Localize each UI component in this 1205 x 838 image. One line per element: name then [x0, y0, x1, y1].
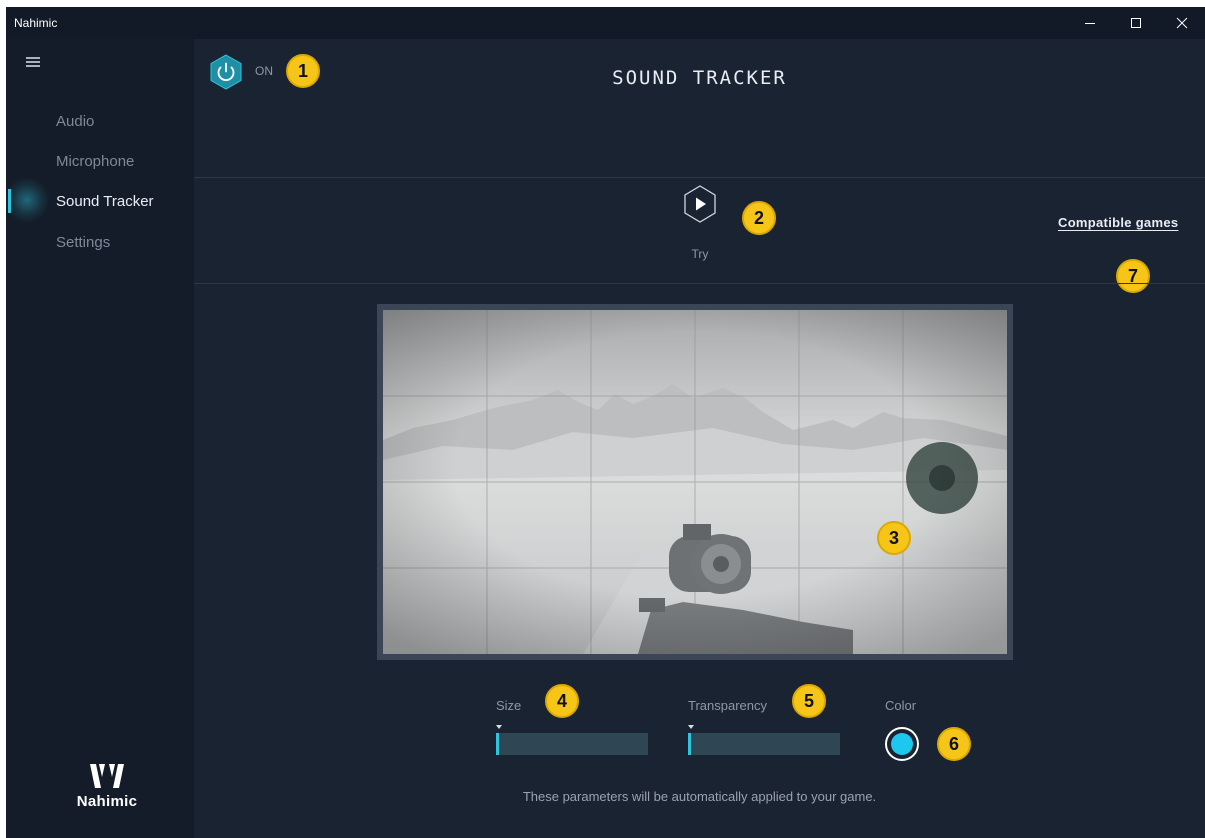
callout-badge-3: 3: [877, 521, 911, 555]
sidebar-item-settings[interactable]: Settings: [56, 234, 110, 251]
size-slider-thumb[interactable]: [496, 733, 499, 755]
sidebar-item-microphone[interactable]: Microphone: [56, 153, 134, 170]
size-label: Size: [496, 698, 522, 713]
transparency-slider-tick: [688, 725, 694, 729]
color-label: Color: [885, 698, 917, 713]
sidebar-item-audio[interactable]: Audio: [56, 113, 94, 130]
page-title: SOUND TRACKER: [612, 67, 787, 89]
color-swatch-fill: [891, 733, 913, 755]
try-play-button[interactable]: [683, 184, 717, 236]
window-title: Nahimic: [14, 16, 58, 30]
sidebar-item-sound-tracker[interactable]: Sound Tracker: [56, 193, 154, 210]
callout-badge-7: 7: [1116, 259, 1150, 293]
game-preview-image: [383, 310, 1007, 654]
maximize-button[interactable]: [1113, 7, 1159, 39]
header-divider: [194, 177, 1205, 178]
app-window: Nahimic Audio Microphone Sound Tracker S…: [6, 7, 1205, 838]
minimize-button[interactable]: [1067, 7, 1113, 39]
title-bar: Nahimic: [6, 7, 1205, 39]
logo-text: Nahimic: [76, 793, 138, 810]
active-indicator-glow: [6, 177, 50, 223]
main-content: ON 1 SOUND TRACKER Try 2 Compatible game…: [194, 39, 1205, 838]
try-label: Try: [691, 247, 709, 261]
active-indicator-bar: [8, 189, 11, 213]
close-icon: [1176, 17, 1188, 29]
section-divider: [194, 283, 1205, 284]
compatible-games-link[interactable]: Compatible games: [1058, 215, 1178, 230]
callout-badge-2: 2: [742, 201, 776, 235]
color-picker-button[interactable]: [885, 727, 919, 761]
minimize-icon: [1085, 23, 1095, 24]
footnote-text: These parameters will be automatically a…: [522, 789, 877, 804]
transparency-label: Transparency: [688, 698, 767, 713]
maximize-icon: [1131, 18, 1141, 28]
transparency-slider-thumb[interactable]: [688, 733, 691, 755]
size-slider[interactable]: [496, 725, 648, 755]
callout-badge-6: 6: [937, 727, 971, 761]
size-slider-tick: [496, 725, 502, 729]
nahimic-logo: Nahimic: [62, 761, 152, 810]
close-button[interactable]: [1159, 7, 1205, 39]
sound-tracker-preview: [377, 304, 1013, 660]
nahimic-logo-mark: [90, 764, 124, 788]
sidebar: Audio Microphone Sound Tracker Settings …: [6, 39, 194, 838]
callout-badge-5: 5: [792, 684, 826, 718]
transparency-slider[interactable]: [688, 725, 840, 755]
hamburger-menu-icon[interactable]: [26, 57, 42, 69]
callout-badge-4: 4: [545, 684, 579, 718]
